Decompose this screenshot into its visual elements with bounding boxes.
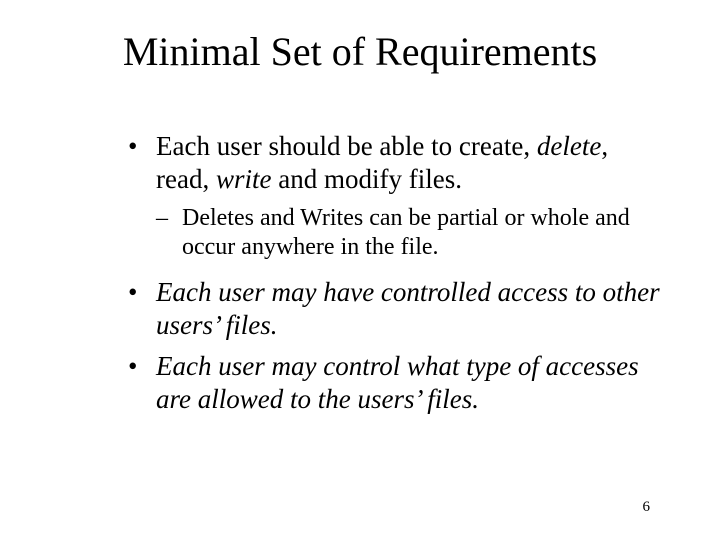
bullet-1-text-d: write (216, 164, 272, 194)
bullet-1-text-a: Each user should be able to create, (156, 131, 537, 161)
bullet-1-text-b: delete (537, 131, 601, 161)
slide-title: Minimal Set of Requirements (0, 28, 720, 75)
bullet-2: Each user may have controlled access to … (128, 276, 660, 342)
slide-body: Each user should be able to create, dele… (128, 130, 660, 424)
slide: Minimal Set of Requirements Each user sh… (0, 0, 720, 540)
bullet-3: Each user may control what type of acces… (128, 350, 660, 416)
page-number: 6 (643, 499, 651, 516)
bullet-3-text: Each user may control what type of acces… (156, 351, 639, 414)
bullet-2-text: Each user may have controlled access to … (156, 277, 660, 340)
bullet-1-sub-text: Deletes and Writes can be partial or who… (182, 205, 630, 260)
bullet-1-sub: Deletes and Writes can be partial or who… (156, 204, 660, 263)
bullet-1: Each user should be able to create, dele… (128, 130, 660, 196)
bullet-1-text-e: and modify files. (271, 164, 461, 194)
